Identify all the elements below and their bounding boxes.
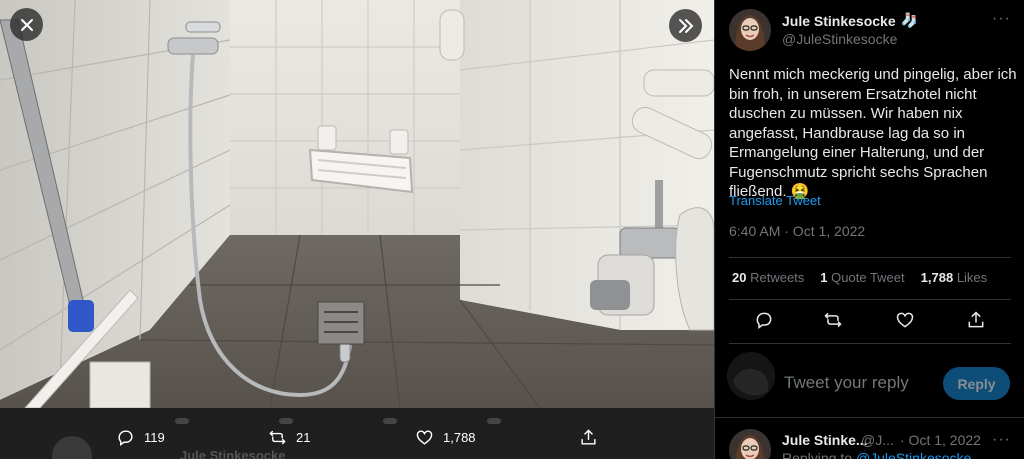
retweets-value: 20 [732,270,747,285]
stat-likes[interactable]: 1,788 Likes [921,270,988,285]
close-icon [20,18,33,31]
more-options-button[interactable]: ··· [992,11,1014,27]
stat-quote-tweets[interactable]: 1 Quote Tweet [820,270,904,285]
media-reply-count: 119 [144,430,165,445]
author-avatar[interactable] [729,9,771,51]
tweet-stats: 20 Retweets 1 Quote Tweet 1,788 Likes [732,270,987,285]
tweet-timestamp[interactable]: 6:40 AM · Oct 1, 2022 [729,223,865,239]
replying-to-prefix: Replying to [782,450,856,459]
like-icon [416,430,433,445]
close-button[interactable] [10,8,43,41]
quote-tweets-value: 1 [820,270,828,285]
retweet-icon [269,430,286,445]
share-icon [581,429,596,445]
avatar-portrait [729,9,771,51]
reply-icon [756,312,772,329]
tweet-text: Nennt mich meckerig und pingelig, aber i… [729,66,1017,200]
reply-author-avatar[interactable] [729,429,771,459]
avatar-silhouette [727,352,775,400]
translate-tweet-link[interactable]: Translate Tweet [729,193,821,208]
quote-tweets-label: Quote Tweet [831,270,905,285]
double-chevron-right-icon [678,18,693,33]
divider [715,417,1024,418]
current-user-avatar[interactable] [727,352,775,400]
likes-label: Likes [956,270,988,285]
expand-panel-button[interactable] [669,9,702,42]
tweet-photo[interactable] [0,0,714,408]
retweet-button[interactable] [823,310,845,332]
media-share-button[interactable] [579,428,598,447]
media-retweet-count: 21 [296,430,311,445]
reply-more-options-button[interactable]: ··· [992,431,1011,449]
retweet-icon [824,312,842,328]
reply-author-handle[interactable]: @J... [861,432,894,448]
divider [729,257,1011,258]
replying-to-line: Replying to @JuleStinkesocke [782,450,971,459]
more-icon: ··· [992,10,1011,27]
reply-icon [118,430,133,447]
divider [729,343,1011,344]
like-icon [896,312,914,328]
reply-submit-button[interactable]: Reply [943,367,1010,400]
reply-date[interactable]: · Oct 1, 2022 [900,432,981,448]
media-viewer: Jule Stinkesocke 119 21 1,788 [0,0,714,459]
likes-value: 1,788 [920,270,954,285]
tweet-action-bar [715,310,1024,336]
share-icon [968,311,984,328]
reply-button[interactable] [754,310,776,332]
like-button[interactable] [895,310,917,332]
media-reply-button[interactable]: 119 [116,428,165,447]
reply-input[interactable]: Tweet your reply [784,373,944,395]
media-like-button[interactable]: 1,788 [415,428,476,447]
tweet-detail-panel: Jule Stinkesocke 🧦 @JuleStinkesocke ··· … [714,0,1024,459]
reply-author-name[interactable]: Jule Stinke... [782,432,868,448]
replying-to-handle-link[interactable]: @JuleStinkesocke [856,450,971,459]
stat-retweets[interactable]: 20 Retweets [732,270,804,285]
media-like-count: 1,788 [443,430,476,445]
author-name[interactable]: Jule Stinkesocke 🧦 [782,12,918,29]
divider [729,299,1011,300]
share-button[interactable] [966,310,988,332]
reply-tweet[interactable]: Jule Stinke... @J... · Oct 1, 2022 ··· R… [715,420,1024,459]
media-action-bar: 119 21 1,788 [0,408,714,459]
media-retweet-button[interactable]: 21 [268,428,310,447]
retweets-label: Retweets [750,270,805,285]
author-handle[interactable]: @JuleStinkesocke [782,31,897,47]
socks-emoji: 🧦 [900,12,919,28]
more-icon: ··· [992,431,1011,448]
avatar-portrait [729,429,771,459]
author-display-name: Jule Stinkesocke [782,12,896,29]
